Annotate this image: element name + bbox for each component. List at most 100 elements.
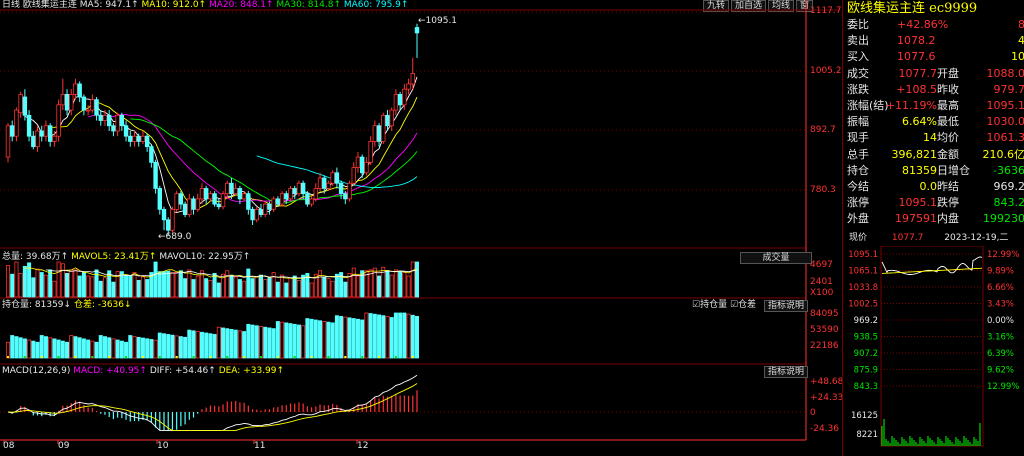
- oi-bar: [313, 319, 318, 359]
- candle-body: [279, 193, 285, 205]
- candle-body: [195, 198, 200, 210]
- candle-body: [64, 93, 70, 111]
- intraday-chart[interactable]: 1095.1 12.99% 1065.1 9.89% 1033.8 6.66% 1002.5…: [843, 246, 1024, 456]
- oi-bar: [111, 338, 116, 359]
- candle-body: [258, 208, 264, 215]
- candle-body: [406, 83, 411, 90]
- volume-bar: [242, 280, 247, 298]
- candle-body: [203, 188, 209, 200]
- oi-bar: [136, 336, 141, 359]
- quote-value: 969.2: [993, 180, 1024, 193]
- volume-bar: [225, 270, 230, 298]
- quote-label: 卖出: [847, 34, 869, 48]
- volume-bar: [6, 265, 11, 298]
- quote-value: 1095.1: [986, 99, 1024, 112]
- quote-value: 210.6亿: [982, 147, 1024, 161]
- oi-diff-checkbox[interactable]: ☑仓差: [730, 300, 756, 310]
- date-tick-10: 10: [157, 441, 169, 451]
- volume-bar: [35, 268, 40, 298]
- candle-body: [174, 193, 179, 210]
- kline-chart[interactable]: [0, 0, 840, 456]
- candle-body: [73, 83, 78, 95]
- macd-title: MACD(12,26,9): [2, 366, 71, 376]
- volume-bar: [98, 280, 103, 298]
- candle-body: [128, 135, 133, 142]
- candle-body: [330, 172, 335, 184]
- volume-bar: [14, 261, 19, 298]
- volume-bar: [166, 270, 171, 298]
- oi-toggles: ☑持仓量 ☑仓差: [692, 300, 756, 311]
- oi-help-button[interactable]: 指标说明: [764, 300, 809, 312]
- oi-bar: [81, 338, 86, 359]
- quote-row: 卖出 1078.2 4: [843, 33, 1024, 49]
- quote-label: 均价: [937, 131, 959, 145]
- volume-bar: [43, 274, 48, 298]
- candle-body: [305, 193, 310, 205]
- candle-body: [216, 203, 222, 208]
- quote-label: 持仓: [847, 163, 869, 177]
- mini-left-tick: 969.2: [854, 316, 878, 326]
- candle-body: [170, 208, 175, 231]
- quote-row: 持仓 81359 日增仓 -3636: [843, 163, 1024, 179]
- oi-bar: [275, 321, 280, 359]
- oi-bar: [195, 331, 200, 359]
- volume-bar: [229, 274, 234, 298]
- candle-body: [5, 125, 11, 158]
- quote-value: 396,821: [891, 147, 938, 161]
- oi-bar: [39, 335, 44, 359]
- candle-body: [136, 135, 141, 142]
- oi-bar: [94, 341, 99, 359]
- volume-selector-button[interactable]: 成交量: [740, 252, 812, 264]
- quote-label: 日增仓: [937, 163, 970, 177]
- dea-label: DEA: +33.99↑: [218, 366, 285, 376]
- candle-body: [94, 99, 99, 116]
- candle-body: [263, 203, 268, 215]
- oi-bar: [174, 335, 179, 359]
- candle-body: [31, 135, 36, 148]
- oi-bar: [355, 318, 360, 359]
- oi-diff-mark: [192, 356, 195, 358]
- vol-unit: X100: [810, 288, 834, 298]
- volume-bar: [284, 282, 289, 298]
- macd-tick-2: +24.33: [810, 393, 844, 403]
- candle-body: [364, 161, 369, 174]
- oi-diff-label: 仓差: -3636↓: [73, 300, 132, 310]
- oi-diff-mark: [259, 356, 262, 358]
- low-annotation: ←689.0: [158, 232, 192, 242]
- oi-bar: [242, 331, 247, 359]
- price-tick-3: 892.7: [810, 125, 836, 135]
- volume-bar: [309, 282, 314, 298]
- quote-value: 843.2: [993, 196, 1024, 210]
- quote-value: 1030.0: [986, 115, 1024, 129]
- quote-row: 总手 396,821 金额 210.6亿: [843, 147, 1024, 163]
- quote-value: 10: [1011, 50, 1024, 64]
- candle-body: [410, 73, 415, 85]
- macd-value-label: MACD: +40.95↑: [73, 366, 147, 376]
- quote-label: 成交: [847, 66, 869, 80]
- oi-checkbox[interactable]: ☑持仓量: [692, 300, 727, 310]
- macd-help-button[interactable]: 指标说明: [764, 366, 809, 378]
- candle-body: [102, 114, 108, 121]
- oi-bar: [263, 326, 268, 359]
- quote-value: 1078.2: [897, 34, 936, 48]
- oi-bar: [65, 341, 70, 359]
- candle-body: [393, 93, 399, 111]
- volume-bar: [334, 273, 339, 298]
- oi-bar: [107, 337, 112, 359]
- volume-bar: [145, 279, 150, 298]
- quote-label: 委比: [847, 18, 869, 31]
- candle-body: [18, 93, 23, 114]
- quote-value: 6.64%: [902, 115, 937, 129]
- oi-bar: [301, 325, 306, 359]
- candle-body: [208, 193, 213, 200]
- candle-body: [372, 125, 378, 142]
- volume-bar: [153, 261, 158, 298]
- oi-bar: [166, 334, 171, 359]
- volume-bar: [406, 275, 411, 298]
- oi-bar: [288, 323, 293, 359]
- candle-body: [313, 188, 319, 200]
- mavol5-label: MAVOL5: 23.41万↑: [71, 252, 157, 262]
- candle-body: [90, 99, 95, 111]
- volume-bar: [48, 269, 53, 298]
- quote-row: 振幅 6.64% 最低 1030.0: [843, 114, 1024, 130]
